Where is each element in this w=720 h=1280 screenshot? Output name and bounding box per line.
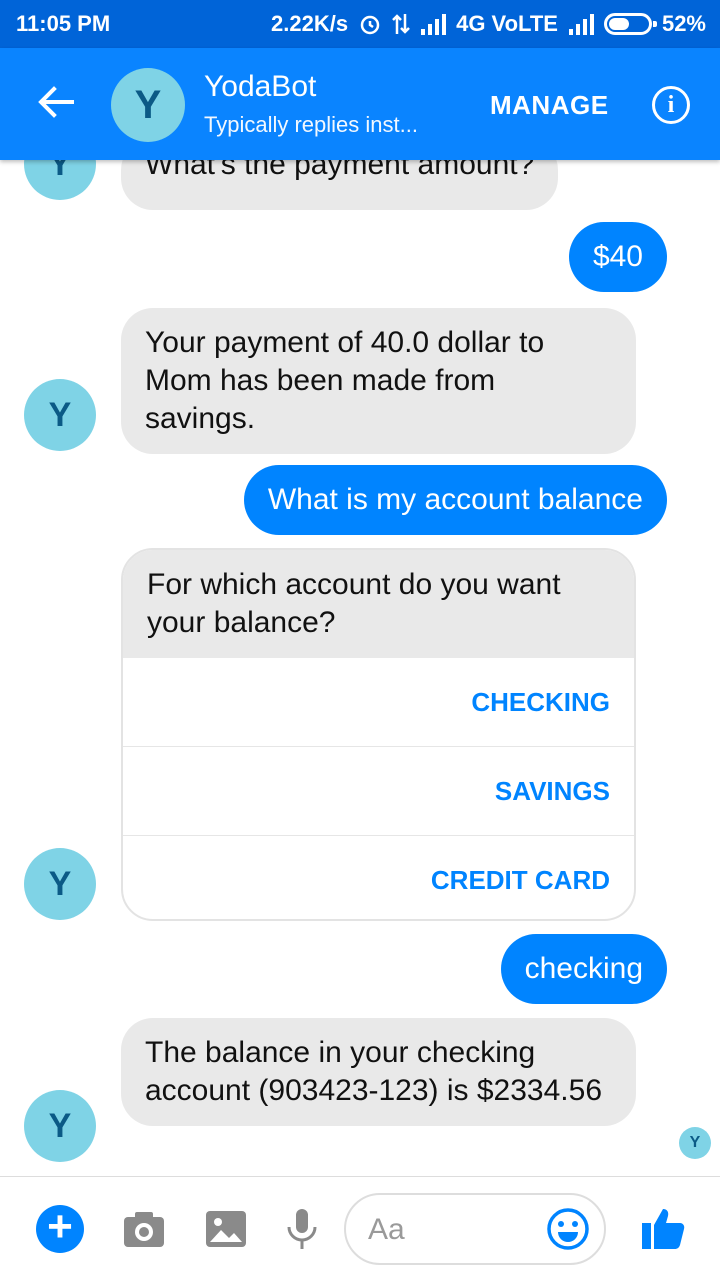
status-bar: 11:05 PM 2.22K/s 4G VoLTE 52% <box>0 0 720 48</box>
quick-reply-card: For which account do you want your balan… <box>121 548 636 921</box>
data-arrows-icon <box>392 14 410 34</box>
message-bubble-bot[interactable]: The balance in your checking account (90… <box>121 1018 636 1126</box>
signal-icon-2 <box>568 14 594 35</box>
seen-indicator-avatar: Y <box>679 1127 711 1159</box>
bot-avatar[interactable]: Y <box>24 160 96 200</box>
network-type: 4G VoLTE <box>456 11 558 36</box>
alarm-icon <box>360 15 380 35</box>
message-bubble-bot[interactable]: For which account do you want your balan… <box>123 550 634 658</box>
image-icon[interactable] <box>204 1207 248 1251</box>
bot-avatar[interactable]: Y <box>24 379 96 451</box>
microphone-icon[interactable] <box>280 1207 324 1251</box>
quick-reply-credit-card[interactable]: CREDIT CARD <box>123 836 634 919</box>
conversation-header: Y YodaBot Typically replies inst... MANA… <box>0 48 720 160</box>
plus-icon[interactable]: + <box>36 1205 84 1253</box>
message-list[interactable]: Y What's the payment amount? $40 Your pa… <box>0 160 720 1176</box>
signal-icon-1 <box>421 14 447 35</box>
bot-avatar[interactable]: Y <box>24 1090 96 1162</box>
message-bubble-bot[interactable]: Your payment of 40.0 dollar to Mom has b… <box>121 308 636 454</box>
status-right: 2.22K/s 4G VoLTE 52% <box>271 11 706 37</box>
message-bubble-user[interactable]: $40 <box>568 222 667 292</box>
camera-icon[interactable] <box>122 1207 166 1251</box>
quick-reply-checking[interactable]: CHECKING <box>123 658 634 747</box>
message-bubble-bot[interactable]: What's the payment amount? <box>121 160 559 210</box>
battery-icon <box>603 13 657 35</box>
status-time: 11:05 PM <box>16 11 111 36</box>
conversation-title[interactable]: YodaBot <box>204 70 316 104</box>
conversation-subtitle: Typically replies inst... <box>204 112 418 137</box>
manage-button[interactable]: MANAGE <box>490 90 609 121</box>
back-arrow-icon[interactable] <box>34 80 78 124</box>
battery-percent: 52% <box>661 11 706 36</box>
info-icon[interactable]: i <box>652 86 690 124</box>
bot-avatar[interactable]: Y <box>111 68 185 142</box>
emoji-icon[interactable] <box>546 1207 590 1251</box>
message-bubble-user[interactable]: What is my account balance <box>243 465 667 535</box>
message-input-placeholder: Aa <box>368 1213 405 1246</box>
bot-avatar[interactable]: Y <box>24 848 96 920</box>
message-input[interactable]: Aa <box>344 1193 606 1265</box>
message-bubble-user[interactable]: checking <box>500 934 667 1004</box>
quick-reply-savings[interactable]: SAVINGS <box>123 747 634 836</box>
thumbs-up-icon[interactable] <box>640 1205 686 1251</box>
net-speed: 2.22K/s <box>271 11 349 36</box>
composer-bar: + Aa <box>0 1176 720 1280</box>
